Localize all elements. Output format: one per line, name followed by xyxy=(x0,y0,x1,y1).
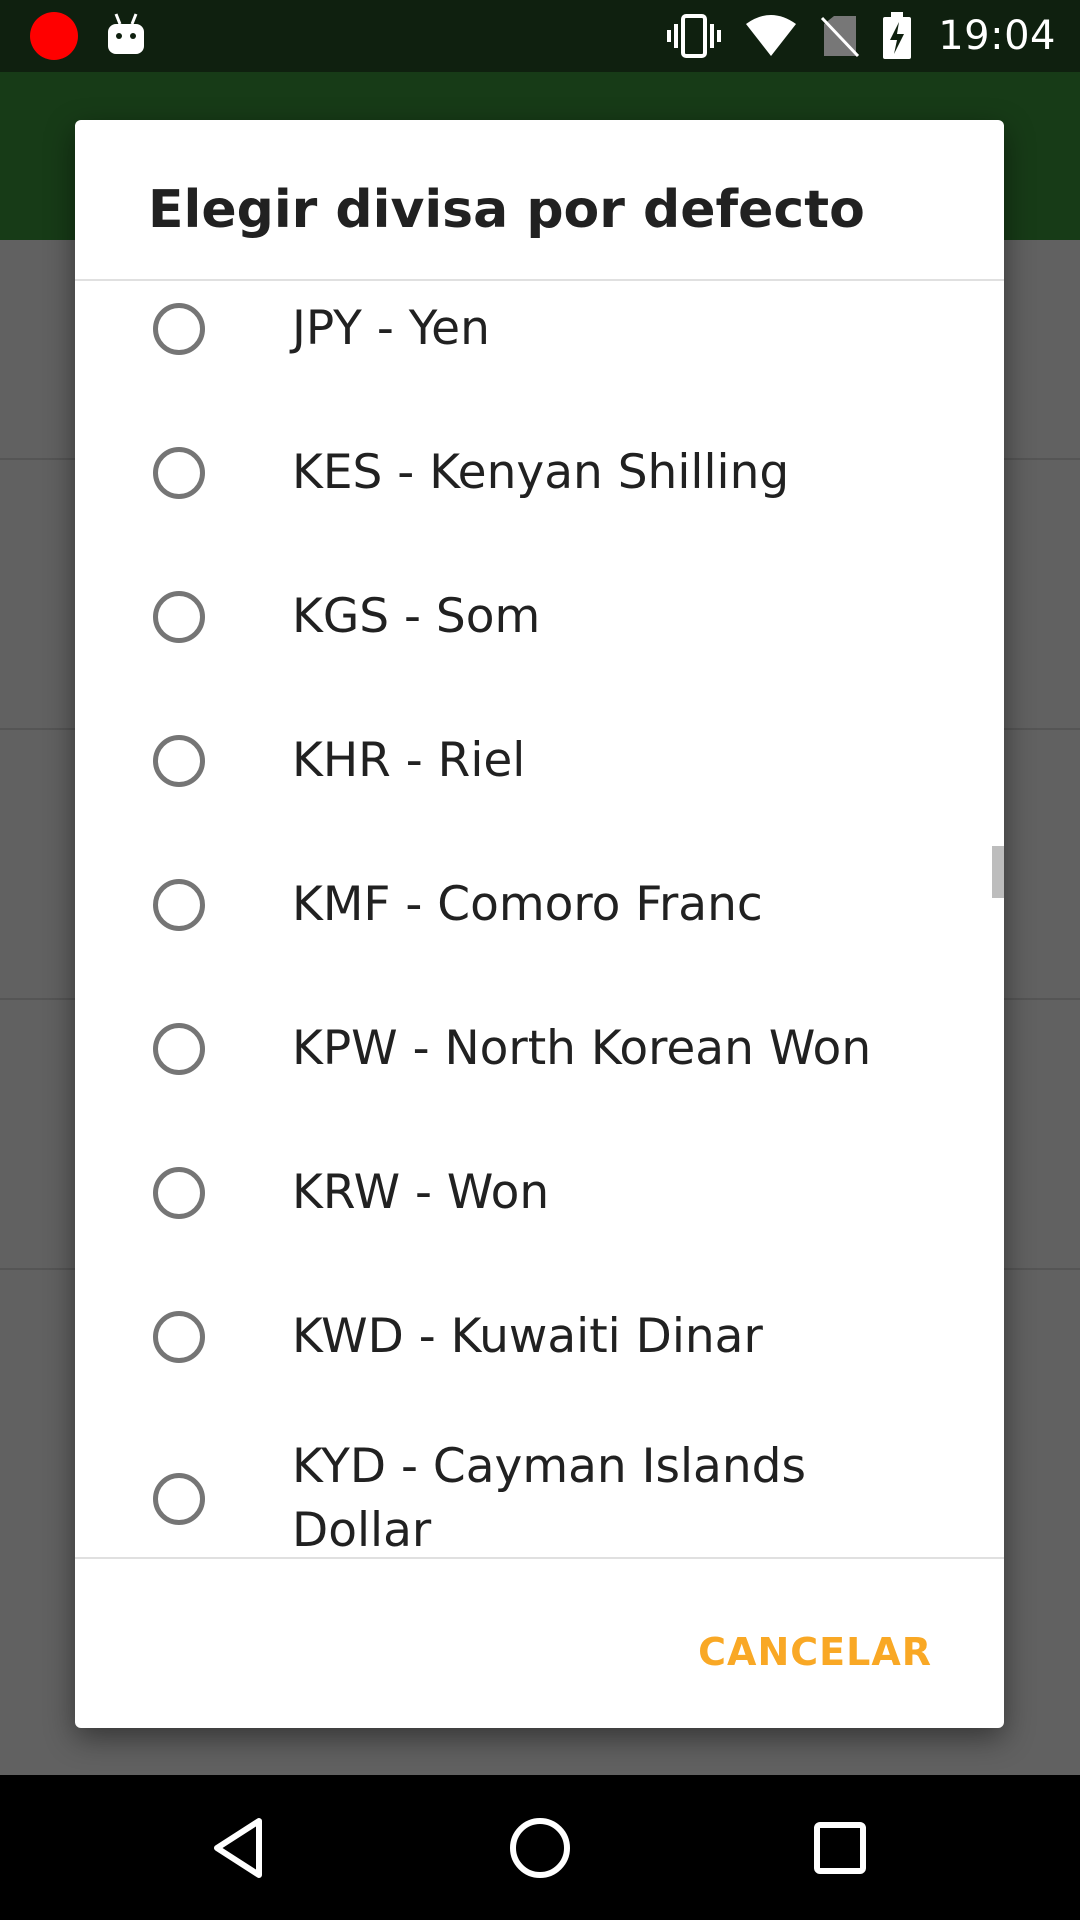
radio-button[interactable] xyxy=(153,1311,205,1363)
list-item[interactable]: KHR - Riel xyxy=(75,689,1004,833)
option-label: KHR - Riel xyxy=(292,733,526,788)
option-label: JPY - Yen xyxy=(292,301,490,356)
clock: 19:04 xyxy=(938,13,1056,59)
list-item[interactable]: KES - Kenyan Shilling xyxy=(75,401,1004,545)
record-icon xyxy=(30,12,78,60)
no-sim-icon xyxy=(820,14,860,58)
status-bar: 19:04 xyxy=(0,0,1080,72)
home-icon[interactable] xyxy=(505,1813,575,1883)
radio-button[interactable] xyxy=(153,1167,205,1219)
dialog-title: Elegir divisa por defecto xyxy=(148,180,865,240)
back-icon[interactable] xyxy=(205,1813,275,1883)
option-label: KMF - Comoro Franc xyxy=(292,877,763,932)
android-icon xyxy=(108,13,144,54)
list-item[interactable]: KPW - North Korean Won xyxy=(75,977,1004,1121)
list-item[interactable]: KGS - Som xyxy=(75,545,1004,689)
radio-button[interactable] xyxy=(153,447,205,499)
radio-button[interactable] xyxy=(153,591,205,643)
currency-list[interactable]: JPY - Yen KES - Kenyan Shilling KGS - So… xyxy=(75,282,1004,1676)
radio-button[interactable] xyxy=(153,303,205,355)
radio-button[interactable] xyxy=(153,879,205,931)
option-label: KYD - Cayman Islands Dollar xyxy=(292,1439,806,1558)
radio-button[interactable] xyxy=(153,735,205,787)
scrollbar-thumb[interactable] xyxy=(992,846,1004,898)
recents-icon[interactable] xyxy=(805,1813,875,1883)
radio-button[interactable] xyxy=(153,1473,205,1525)
list-item[interactable]: KWD - Kuwaiti Dinar xyxy=(75,1265,1004,1409)
currency-dialog: Elegir divisa por defecto JPY - Yen KES … xyxy=(75,120,1004,1728)
option-label: KES - Kenyan Shilling xyxy=(292,445,790,500)
option-label: KWD - Kuwaiti Dinar xyxy=(292,1309,763,1364)
list-item[interactable]: KMF - Comoro Franc xyxy=(75,833,1004,977)
vibrate-icon xyxy=(666,14,722,58)
wifi-icon xyxy=(744,14,798,58)
navigation-bar xyxy=(0,1775,1080,1920)
option-label: KGS - Som xyxy=(292,589,541,644)
footer-divider xyxy=(75,1557,1004,1559)
option-label: KPW - North Korean Won xyxy=(292,1021,872,1076)
battery-charging-icon xyxy=(882,12,912,60)
option-label: KRW - Won xyxy=(292,1165,550,1220)
list-item[interactable]: JPY - Yen xyxy=(75,282,1004,401)
list-item[interactable]: KRW - Won xyxy=(75,1121,1004,1265)
cancel-button[interactable]: CANCELAR xyxy=(698,1620,932,1684)
title-divider xyxy=(75,279,1004,281)
list-item[interactable]: KYD - Cayman Islands Dollar xyxy=(75,1409,1004,1589)
radio-button[interactable] xyxy=(153,1023,205,1075)
